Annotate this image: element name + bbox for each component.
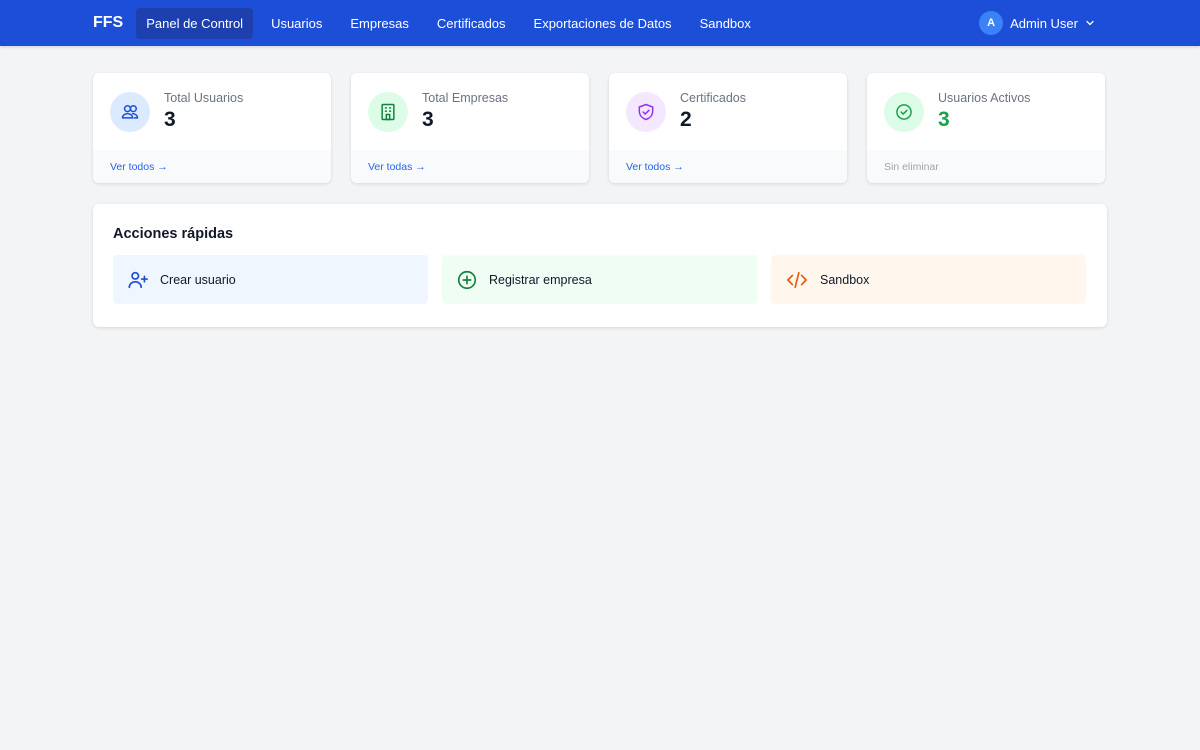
user-name: Admin User	[1010, 15, 1078, 31]
nav-item-certificados[interactable]: Certificados	[427, 8, 516, 39]
stat-card-total-empresas: Total Empresas 3 Ver todas →	[351, 73, 589, 183]
main-nav: Panel de Control Usuarios Empresas Certi…	[136, 7, 765, 39]
stat-label: Certificados	[680, 91, 746, 105]
quick-actions-panel: Acciones rápidas Crear usuario Registrar…	[93, 204, 1107, 327]
code-icon	[787, 271, 807, 288]
register-company-label: Registrar empresa	[489, 272, 592, 287]
chevron-down-icon	[1086, 20, 1094, 26]
view-all-link[interactable]: Ver todos →	[93, 150, 331, 183]
create-user-button[interactable]: Crear usuario	[113, 255, 428, 304]
sandbox-label: Sandbox	[820, 272, 870, 287]
stat-card-usuarios-activos: Usuarios Activos 3 Sin eliminar	[867, 73, 1105, 183]
view-all-link[interactable]: Ver todos →	[609, 150, 847, 183]
nav-item-usuarios[interactable]: Usuarios	[261, 8, 332, 39]
stat-footer-note: Sin eliminar	[867, 150, 1105, 183]
create-user-label: Crear usuario	[160, 272, 236, 287]
stat-value: 3	[938, 108, 950, 131]
nav-item-empresas[interactable]: Empresas	[340, 8, 419, 39]
stat-value: 3	[422, 108, 434, 131]
users-icon	[110, 91, 150, 132]
register-company-button[interactable]: Registrar empresa	[442, 255, 757, 304]
avatar: A	[979, 11, 1004, 35]
sandbox-button[interactable]: Sandbox	[771, 255, 1086, 304]
user-plus-icon	[128, 271, 148, 288]
quick-actions-title: Acciones rápidas	[113, 226, 234, 242]
stats-row: Total Usuarios 3 Ver todos → Total Empre…	[93, 73, 1105, 183]
stat-label: Usuarios Activos	[938, 91, 1031, 105]
top-navbar: FFS Panel de Control Usuarios Empresas C…	[0, 0, 1200, 46]
shield-check-icon	[626, 91, 666, 132]
stat-label: Total Usuarios	[164, 91, 244, 105]
stat-card-total-usuarios: Total Usuarios 3 Ver todos →	[93, 73, 331, 183]
stat-card-certificados: Certificados 2 Ver todos →	[609, 73, 847, 183]
check-circle-icon	[884, 91, 924, 132]
building-icon	[368, 91, 408, 132]
nav-item-panel-de-control[interactable]: Panel de Control	[136, 7, 254, 39]
stat-value: 3	[164, 108, 176, 131]
user-menu[interactable]: A Admin User	[979, 11, 1096, 35]
nav-item-sandbox[interactable]: Sandbox	[690, 8, 761, 39]
stat-value: 2	[680, 108, 692, 131]
stat-label: Total Empresas	[422, 91, 509, 105]
plus-circle-icon	[457, 270, 477, 289]
nav-item-exportaciones[interactable]: Exportaciones de Datos	[524, 8, 682, 39]
brand-logo[interactable]: FFS	[93, 14, 123, 32]
view-all-link[interactable]: Ver todas →	[351, 150, 589, 183]
